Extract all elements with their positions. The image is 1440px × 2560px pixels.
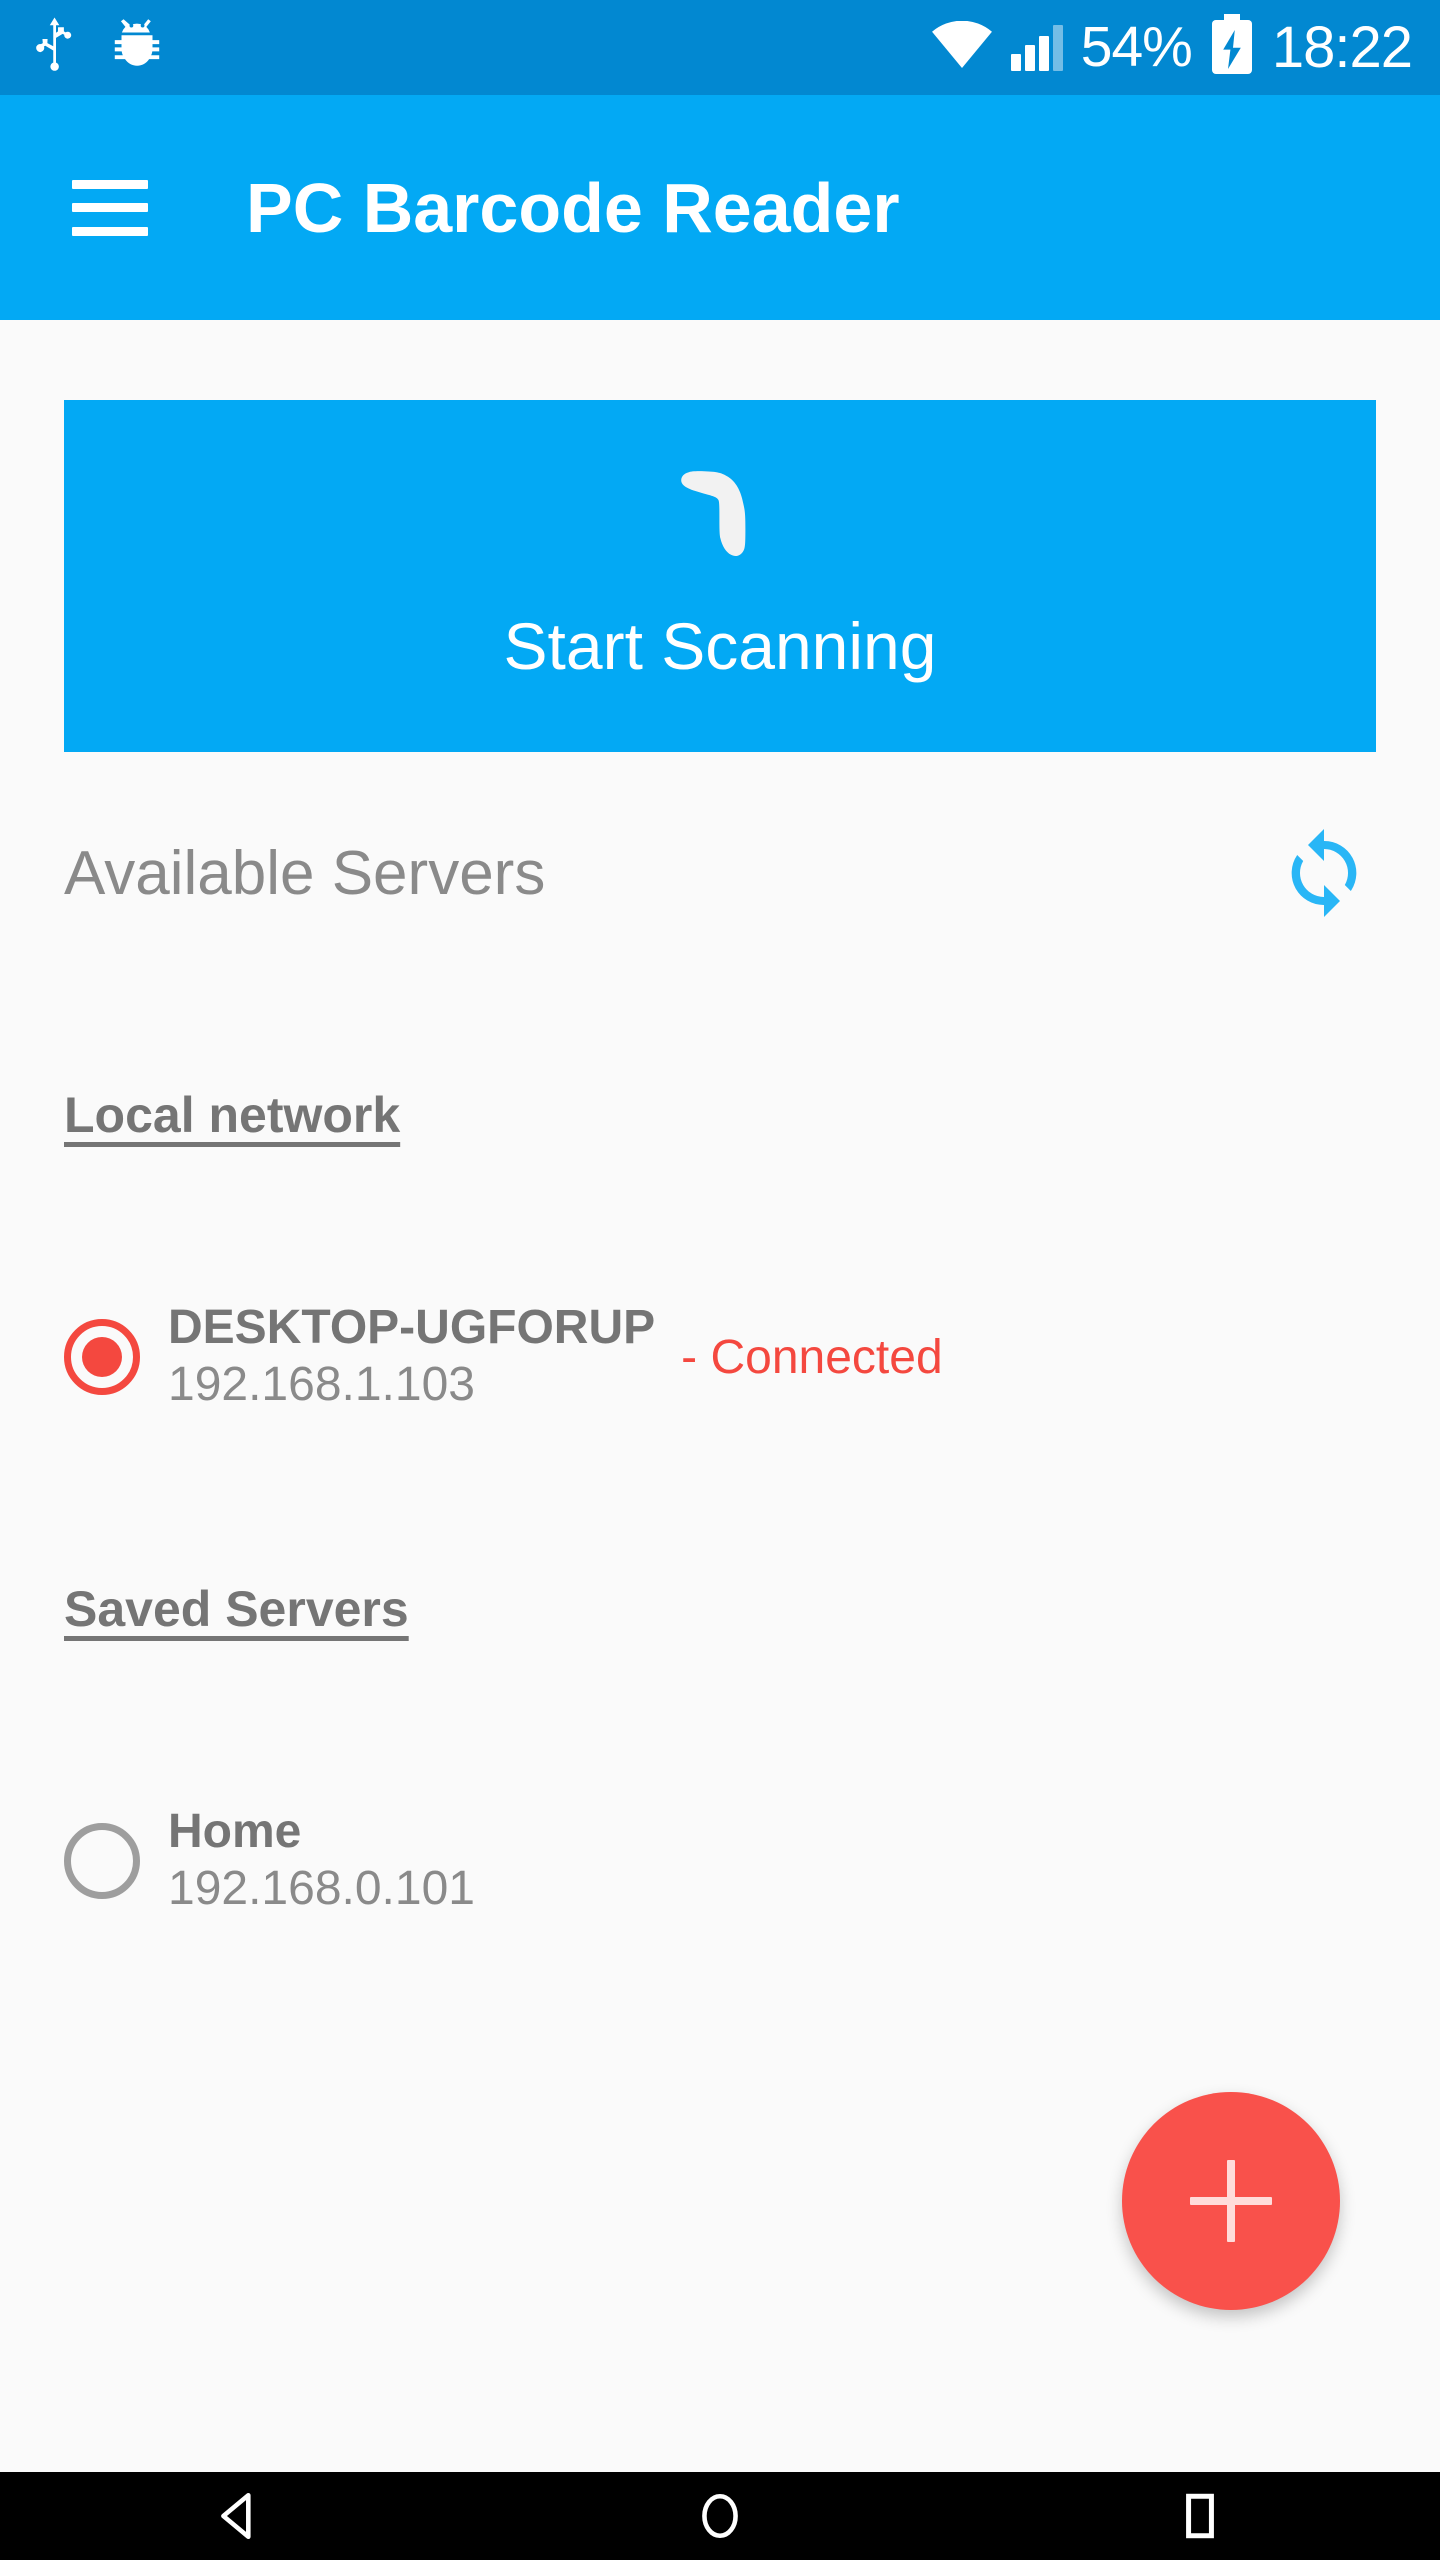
status-bar: 54% 18:22 bbox=[0, 0, 1440, 95]
clock-label: 18:22 bbox=[1271, 14, 1413, 80]
group-label-local-network: Local network bbox=[64, 1087, 401, 1143]
back-triangle-icon[interactable] bbox=[140, 2472, 340, 2560]
available-servers-header: Available Servers bbox=[64, 818, 1376, 928]
start-scanning-label: Start Scanning bbox=[503, 609, 937, 683]
bug-icon bbox=[112, 17, 162, 78]
hamburger-menu-icon[interactable] bbox=[72, 179, 148, 236]
barcode-scanner-icon bbox=[678, 468, 762, 572]
server-row-local[interactable]: DESKTOP-UGFORUP 192.168.1.103 - Connecte… bbox=[64, 1282, 1376, 1432]
android-navigation-bar bbox=[0, 2472, 1440, 2560]
server-info: DESKTOP-UGFORUP 192.168.1.103 bbox=[168, 1300, 655, 1413]
refresh-icon[interactable] bbox=[1272, 821, 1376, 925]
battery-percent-label: 54% bbox=[1080, 15, 1193, 79]
page-title: PC Barcode Reader bbox=[246, 168, 900, 247]
server-name: Home bbox=[168, 1805, 302, 1859]
status-badge: - Connected bbox=[681, 1330, 943, 1384]
radio-unselected-icon[interactable] bbox=[64, 1823, 140, 1899]
plus-icon bbox=[1190, 2160, 1272, 2242]
app-screen: 54% 18:22 PC Barcode Reader Start Scanni… bbox=[0, 0, 1440, 2560]
server-name: DESKTOP-UGFORUP bbox=[168, 1301, 656, 1355]
server-info: Home 192.168.0.101 bbox=[168, 1804, 475, 1917]
start-scanning-button[interactable]: Start Scanning bbox=[64, 400, 1376, 752]
add-server-fab[interactable] bbox=[1122, 2092, 1340, 2310]
radio-selected-icon[interactable] bbox=[64, 1319, 140, 1395]
signal-icon bbox=[1010, 24, 1063, 71]
group-label-saved-servers: Saved Servers bbox=[64, 1581, 409, 1637]
available-servers-title: Available Servers bbox=[64, 838, 546, 908]
home-circle-icon[interactable] bbox=[620, 2472, 820, 2560]
usb-icon bbox=[34, 17, 78, 78]
recents-square-icon[interactable] bbox=[1100, 2472, 1300, 2560]
server-ip: 192.168.0.101 bbox=[168, 1862, 475, 1915]
status-bar-left-icons bbox=[34, 17, 162, 78]
server-row-saved[interactable]: Home 192.168.0.101 bbox=[64, 1786, 1376, 1936]
wifi-icon bbox=[931, 20, 993, 74]
status-bar-right-icons: 54% 18:22 bbox=[931, 14, 1413, 81]
server-ip: 192.168.1.103 bbox=[168, 1358, 475, 1411]
battery-charging-icon bbox=[1210, 14, 1254, 81]
app-bar: PC Barcode Reader bbox=[0, 95, 1440, 320]
